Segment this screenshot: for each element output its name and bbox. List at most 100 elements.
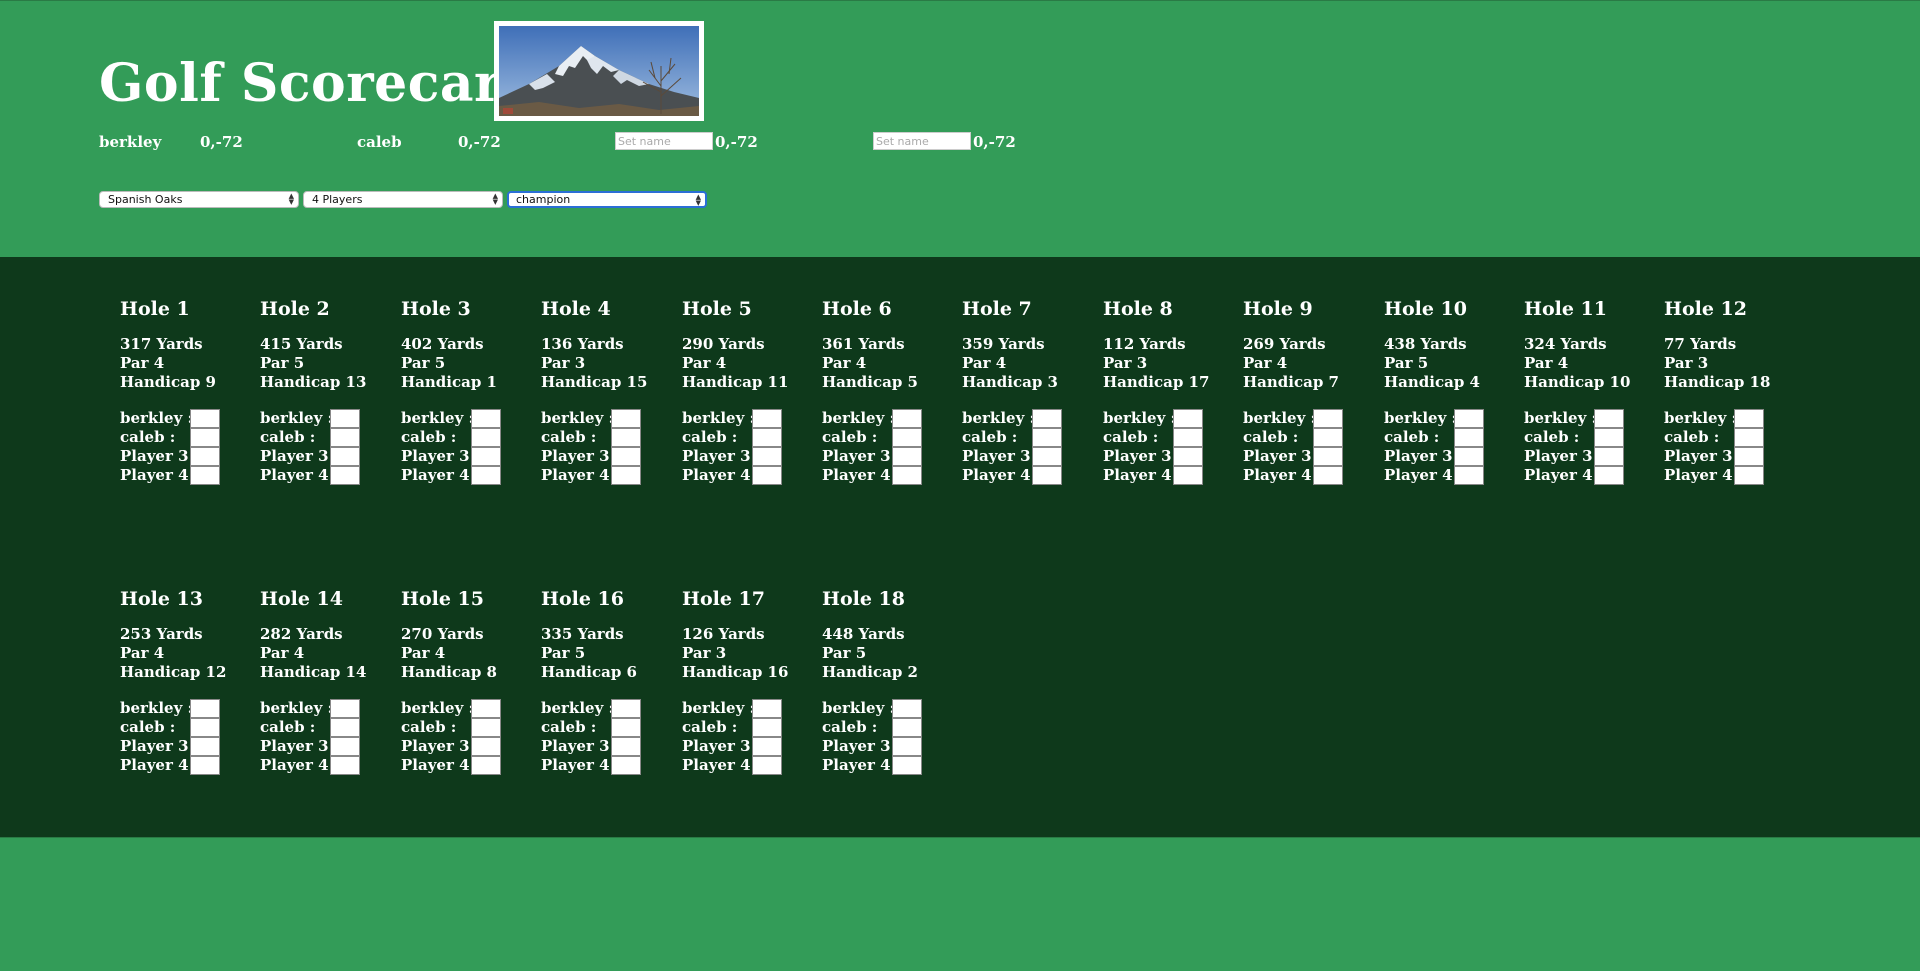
score-input[interactable]: [611, 466, 641, 485]
score-input[interactable]: [752, 737, 782, 756]
score-input[interactable]: [1454, 428, 1484, 447]
course-select[interactable]: Spanish Oaks ▲ ▼: [99, 191, 299, 208]
score-input[interactable]: [471, 699, 501, 718]
player-2-score: 0,-72: [458, 133, 501, 151]
score-input[interactable]: [330, 756, 360, 775]
score-input[interactable]: [752, 466, 782, 485]
hole-yards: 359 Yards: [962, 335, 1045, 353]
score-input[interactable]: [1032, 409, 1062, 428]
score-input[interactable]: [1313, 428, 1343, 447]
score-input[interactable]: [190, 447, 220, 466]
score-input[interactable]: [752, 409, 782, 428]
hole-card: Hole 2 415 Yards Par 5 Handicap 13 berkley :…: [260, 297, 396, 485]
score-row: Player 4 :: [822, 466, 958, 485]
score-input[interactable]: [892, 737, 922, 756]
score-input[interactable]: [471, 428, 501, 447]
score-row: caleb :: [120, 428, 256, 447]
score-input[interactable]: [471, 737, 501, 756]
score-input[interactable]: [1734, 466, 1764, 485]
score-input[interactable]: [892, 447, 922, 466]
hole-title: Hole 9: [1243, 298, 1313, 320]
score-input[interactable]: [330, 737, 360, 756]
score-input[interactable]: [190, 409, 220, 428]
hole-handicap: Handicap 11: [682, 373, 789, 391]
score-input[interactable]: [1734, 447, 1764, 466]
score-row: Player 3 :: [822, 447, 958, 466]
score-input[interactable]: [330, 447, 360, 466]
score-input[interactable]: [1313, 409, 1343, 428]
score-input[interactable]: [471, 466, 501, 485]
hole-par: Par 5: [401, 354, 446, 372]
score-input[interactable]: [1313, 466, 1343, 485]
score-input[interactable]: [611, 428, 641, 447]
score-input[interactable]: [330, 699, 360, 718]
score-input[interactable]: [330, 718, 360, 737]
score-input[interactable]: [611, 447, 641, 466]
score-input[interactable]: [1734, 409, 1764, 428]
score-input[interactable]: [471, 756, 501, 775]
score-input[interactable]: [892, 699, 922, 718]
score-input[interactable]: [1032, 466, 1062, 485]
tee-select[interactable]: champion ▲ ▼: [507, 191, 707, 208]
score-input[interactable]: [330, 466, 360, 485]
score-input[interactable]: [892, 466, 922, 485]
score-input[interactable]: [1594, 409, 1624, 428]
score-input[interactable]: [752, 718, 782, 737]
score-input[interactable]: [1032, 447, 1062, 466]
score-input[interactable]: [1173, 409, 1203, 428]
score-input[interactable]: [611, 756, 641, 775]
hole-par: Par 4: [120, 354, 165, 372]
score-row: Player 3 :: [541, 737, 677, 756]
score-input[interactable]: [611, 409, 641, 428]
score-label: berkley :: [682, 409, 756, 427]
hole-handicap: Handicap 8: [401, 663, 497, 681]
score-input[interactable]: [190, 466, 220, 485]
score-input[interactable]: [1454, 409, 1484, 428]
score-input[interactable]: [190, 737, 220, 756]
score-input[interactable]: [1173, 428, 1203, 447]
score-input[interactable]: [1032, 428, 1062, 447]
score-input[interactable]: [752, 428, 782, 447]
score-input[interactable]: [611, 699, 641, 718]
score-input[interactable]: [752, 699, 782, 718]
score-input[interactable]: [1313, 447, 1343, 466]
score-input[interactable]: [471, 447, 501, 466]
score-input[interactable]: [1594, 428, 1624, 447]
score-input[interactable]: [190, 756, 220, 775]
hole-scores: berkley : caleb : Player 3 : Player 4 :: [120, 409, 256, 485]
score-row: Player 3 :: [962, 447, 1098, 466]
hole-yards: 438 Yards: [1384, 335, 1467, 353]
score-input[interactable]: [190, 718, 220, 737]
score-input[interactable]: [892, 428, 922, 447]
score-input[interactable]: [471, 718, 501, 737]
score-input[interactable]: [752, 756, 782, 775]
score-row: Player 3 :: [682, 737, 818, 756]
hole-card: Hole 16 335 Yards Par 5 Handicap 6 berkley :…: [541, 587, 677, 775]
score-input[interactable]: [611, 718, 641, 737]
score-input[interactable]: [1594, 447, 1624, 466]
score-input[interactable]: [892, 718, 922, 737]
score-label: Player 3 :: [401, 447, 481, 465]
score-input[interactable]: [1734, 428, 1764, 447]
hole-handicap: Handicap 9: [120, 373, 216, 391]
score-input[interactable]: [1173, 466, 1203, 485]
score-input[interactable]: [1173, 447, 1203, 466]
score-input[interactable]: [330, 428, 360, 447]
score-input[interactable]: [752, 447, 782, 466]
score-input[interactable]: [1594, 466, 1624, 485]
score-label: caleb :: [1524, 428, 1580, 446]
player-3-name-input[interactable]: [615, 132, 713, 150]
score-input[interactable]: [190, 428, 220, 447]
score-input[interactable]: [611, 737, 641, 756]
score-input[interactable]: [892, 409, 922, 428]
player-count-select[interactable]: 4 Players ▲ ▼: [303, 191, 503, 208]
score-input[interactable]: [892, 756, 922, 775]
player-4-name-input[interactable]: [873, 132, 971, 150]
score-input[interactable]: [1454, 466, 1484, 485]
score-input[interactable]: [471, 409, 501, 428]
score-input[interactable]: [330, 409, 360, 428]
score-input[interactable]: [1454, 447, 1484, 466]
score-label: caleb :: [962, 428, 1018, 446]
score-input[interactable]: [190, 699, 220, 718]
score-row: Player 3 :: [822, 737, 958, 756]
